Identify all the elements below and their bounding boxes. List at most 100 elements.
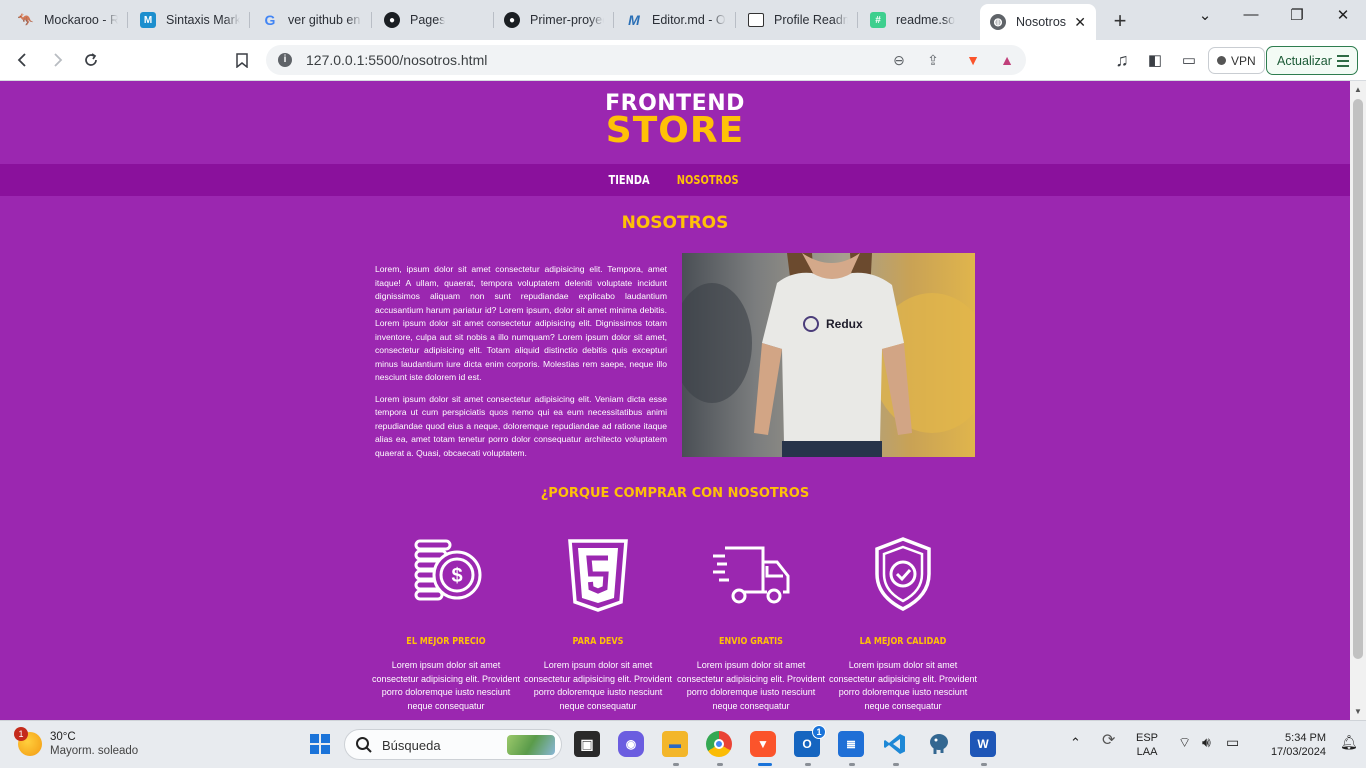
- zoom-out-icon[interactable]: ⊖: [890, 52, 908, 70]
- feature-best-quality: LA MEJOR CALIDAD Lorem ipsum dolor sit a…: [828, 536, 978, 713]
- store-logo[interactable]: FRONTEND STORE: [0, 93, 1350, 149]
- wallet-button[interactable]: ▭: [1177, 48, 1201, 72]
- shirt-brand-text: Redux: [826, 317, 863, 331]
- windows-start-icon: [310, 734, 330, 754]
- about-title: NOSOTROS: [621, 213, 729, 233]
- close-tab-icon[interactable]: ✕: [1074, 14, 1086, 31]
- outlook-button[interactable]: O 1: [794, 725, 826, 757]
- markdown-icon: M: [140, 12, 156, 28]
- postgresql-elephant-icon: [930, 734, 948, 754]
- new-tab-button[interactable]: +: [1108, 8, 1132, 34]
- outlook-badge: 1: [812, 725, 826, 739]
- browser-toolbar: i 127.0.0.1:5500/nosotros.html ⊖ ⇪ ▼ ▲ ♫…: [0, 40, 1366, 81]
- wifi-icon[interactable]: ⌔: [1178, 735, 1191, 749]
- notifications-bell-icon[interactable]: 🔔︎: [1340, 735, 1358, 749]
- maximize-button[interactable]: ❐: [1282, 6, 1312, 24]
- file-explorer-button[interactable]: ▬: [662, 731, 688, 757]
- brave-button[interactable]: ▼: [750, 731, 776, 757]
- about-paragraph: Lorem, ipsum dolor sit amet consectetur …: [375, 264, 667, 382]
- page-scrollbar[interactable]: ▲ ▼: [1350, 81, 1366, 720]
- nav-link-tienda[interactable]: TIENDA: [609, 173, 650, 187]
- feature-free-shipping: ENVIO GRATIS Lorem ipsum dolor sit amet …: [676, 536, 826, 713]
- globe-icon: ◍: [990, 14, 1006, 30]
- sidebar-icon: ◧: [1147, 52, 1163, 69]
- word-button[interactable]: W: [970, 731, 996, 757]
- battery-icon[interactable]: ▭: [1226, 735, 1239, 749]
- feature-title: LA MEJOR CALIDAD: [859, 636, 947, 647]
- weather-desc: Mayorm. soleado: [50, 745, 139, 757]
- nav-link-nosotros[interactable]: NOSOTROS: [677, 173, 739, 187]
- tab-strip: 🦘 Mockaroo - Ra M Sintaxis Markd G ver g…: [0, 0, 1366, 40]
- vpn-button[interactable]: VPN: [1208, 47, 1265, 74]
- close-window-button[interactable]: ✕: [1328, 6, 1358, 24]
- feature-text: Lorem ipsum dolor sit amet consectetur a…: [828, 660, 978, 711]
- meet-app-button[interactable]: ◉: [618, 731, 644, 757]
- notepad-icon: ≣: [845, 737, 857, 751]
- task-view-button[interactable]: ▣: [574, 731, 600, 757]
- brave-lion-icon: ▼: [757, 737, 769, 751]
- clock[interactable]: 5:34 PM 17/03/2024: [1258, 731, 1326, 759]
- media-button[interactable]: ♫: [1110, 48, 1134, 72]
- tab-pages[interactable]: ● Pages: [374, 4, 494, 36]
- feature-title: EL MEJOR PRECIO: [406, 636, 486, 647]
- tab-sintaxis[interactable]: M Sintaxis Markd: [130, 4, 250, 36]
- show-hidden-icons-chevron-icon[interactable]: ⌃: [1070, 736, 1081, 750]
- vscode-button[interactable]: [882, 731, 908, 757]
- feature-title: PARA DEVS: [572, 636, 624, 647]
- music-note-icon: ♫: [1115, 49, 1129, 70]
- google-icon: G: [264, 12, 276, 28]
- tab-google[interactable]: G ver github en c: [252, 4, 372, 36]
- tab-editor-md[interactable]: M Editor.md - Op: [616, 4, 736, 36]
- reload-button[interactable]: [79, 48, 103, 72]
- volume-icon[interactable]: 🔊︎: [1202, 735, 1211, 749]
- scroll-up-arrow-icon[interactable]: ▲: [1354, 85, 1362, 94]
- windows-taskbar: 1 30°C Mayorm. soleado Búsqueda ▣ ◉ ▬ ▼ …: [0, 720, 1366, 768]
- chrome-icon: [714, 739, 724, 749]
- weather-widget[interactable]: 1 30°C Mayorm. soleado: [14, 727, 139, 758]
- url-text[interactable]: 127.0.0.1:5500/nosotros.html: [306, 52, 487, 68]
- search-icon: [356, 737, 372, 753]
- notepad-button[interactable]: ≣: [838, 731, 864, 757]
- sunny-weather-icon: 1: [14, 727, 42, 756]
- tab-readme-so[interactable]: # readme.so: [860, 4, 978, 36]
- forward-button[interactable]: [45, 48, 69, 72]
- minimize-button[interactable]: —: [1236, 6, 1266, 23]
- scroll-down-arrow-icon[interactable]: ▼: [1354, 707, 1362, 716]
- address-bar[interactable]: i 127.0.0.1:5500/nosotros.html ⊖ ⇪ ▼ ▲: [266, 45, 1026, 75]
- site-info-icon[interactable]: i: [278, 53, 292, 67]
- document-icon: [748, 13, 764, 27]
- svg-text:$: $: [451, 565, 462, 587]
- video-chat-icon: ◉: [625, 737, 637, 751]
- brave-shields-icon[interactable]: ▼: [964, 52, 982, 70]
- feature-best-price: $ EL MEJOR PRECIO Lorem ipsum dolor sit …: [371, 536, 521, 713]
- brave-rewards-icon[interactable]: ▲: [998, 52, 1016, 70]
- coins-dollar-icon: $: [406, 536, 486, 616]
- postgresql-button[interactable]: [926, 731, 952, 757]
- language-indicator[interactable]: ESP LAA: [1136, 731, 1158, 759]
- why-title: ¿PORQUE COMPRAR CON NOSOTROS: [540, 486, 810, 501]
- feature-text: Lorem ipsum dolor sit amet consectetur a…: [676, 660, 826, 711]
- scrollbar-thumb[interactable]: [1353, 99, 1363, 659]
- tab-nosotros[interactable]: ◍ Nosotros ✕: [980, 4, 1096, 40]
- bookmark-icon: [236, 52, 248, 68]
- mockaroo-icon: 🦘: [17, 12, 35, 27]
- vscode-icon: [884, 734, 905, 754]
- wallet-icon: ▭: [1181, 52, 1197, 69]
- readme-icon: #: [870, 12, 886, 28]
- sync-icon[interactable]: ⟳: [1102, 733, 1115, 749]
- chrome-button[interactable]: [706, 731, 732, 757]
- tab-search-chevron-icon[interactable]: ⌄: [1190, 6, 1220, 24]
- taskbar-search[interactable]: Búsqueda: [344, 729, 562, 760]
- start-button[interactable]: [307, 731, 333, 757]
- bookmark-button[interactable]: [230, 48, 254, 72]
- task-view-icon: ▣: [580, 735, 594, 752]
- tab-primer-proyecto[interactable]: ● Primer-proyec: [494, 4, 614, 36]
- shield-check-icon: [863, 536, 943, 616]
- tab-mockaroo[interactable]: 🦘 Mockaroo - Ra: [8, 4, 128, 36]
- back-button[interactable]: [11, 48, 35, 72]
- feature-for-devs: PARA DEVS Lorem ipsum dolor sit amet con…: [523, 536, 673, 713]
- sidebar-button[interactable]: ◧: [1143, 48, 1167, 72]
- update-button[interactable]: Actualizar: [1266, 46, 1358, 75]
- tab-profile-readme[interactable]: Profile Readm: [738, 4, 858, 36]
- share-icon[interactable]: ⇪: [924, 52, 942, 70]
